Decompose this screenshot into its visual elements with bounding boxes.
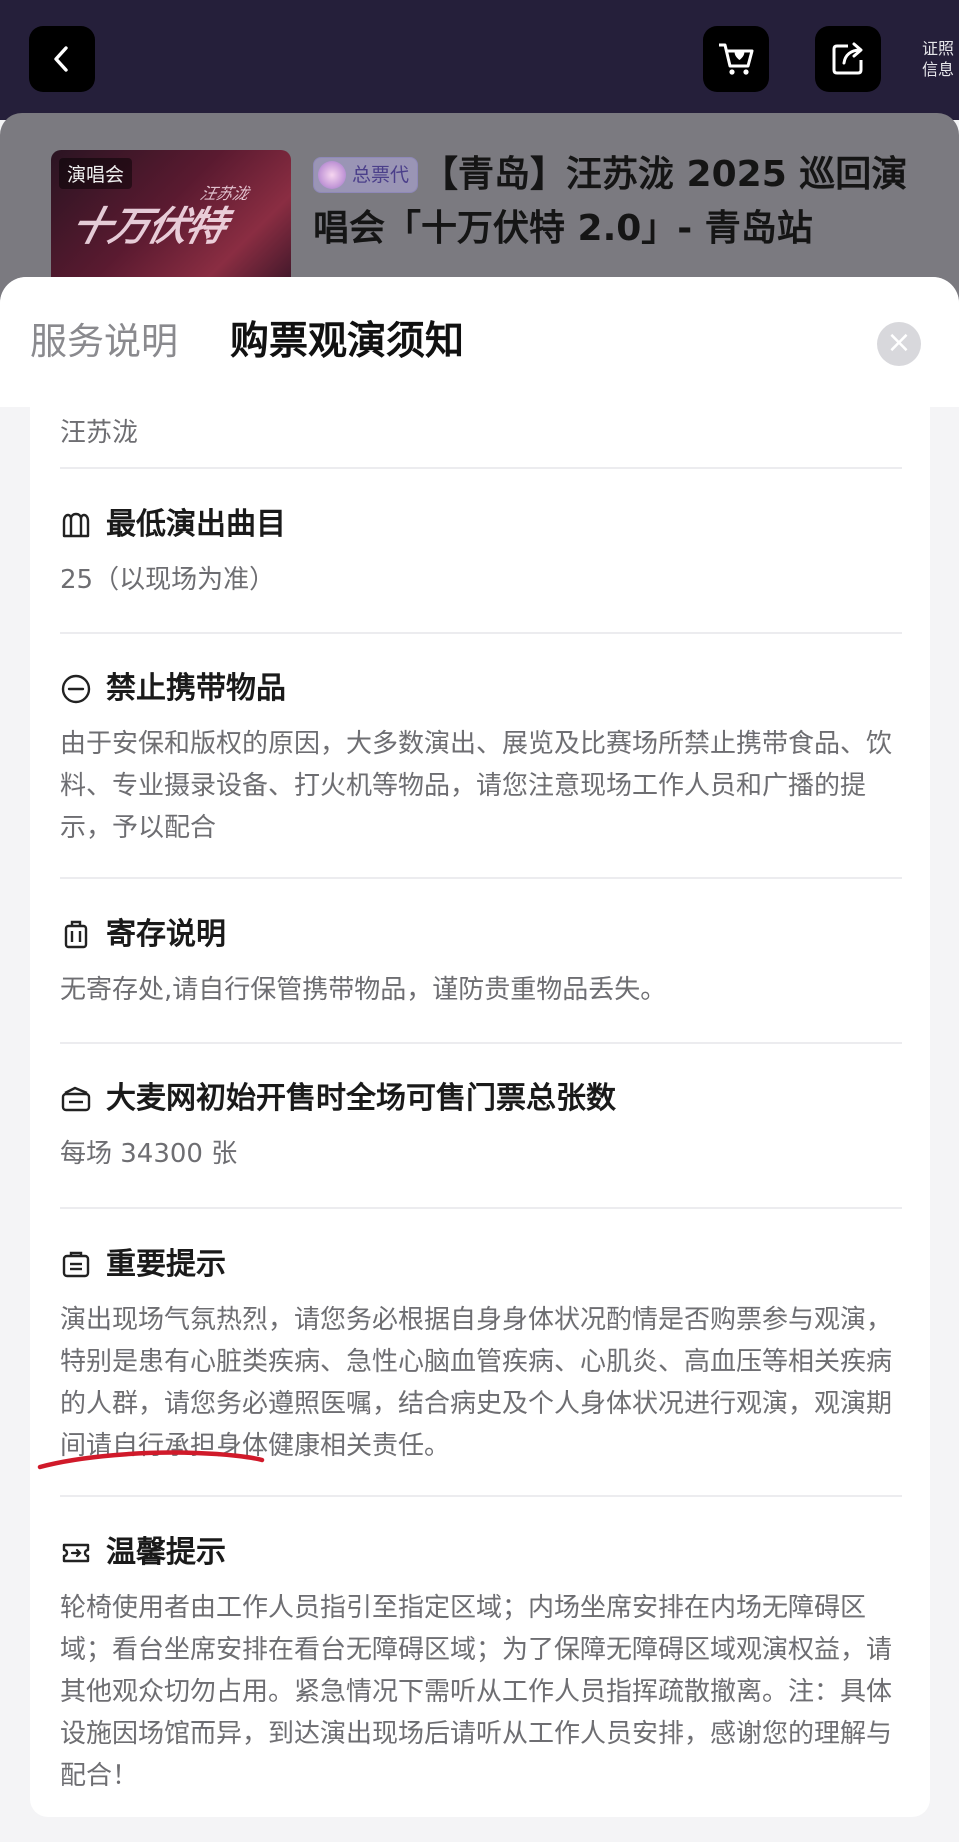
close-icon: × [886,325,912,360]
divider [60,467,902,469]
section-min-setlist: 最低演出曲目 25（以现场为准） [60,501,902,601]
share-icon [832,42,863,75]
performer-partial-text: 汪苏泷 [60,418,139,448]
section-title: 重要提示 [106,1247,226,1282]
section-body: 25（以现场为准） [60,565,276,595]
notice-content[interactable]: 汪苏泷 最低演出曲目 25（以现场为准） 禁止携带物品 由于安保和版权的原因，大… [30,407,930,1817]
luggage-icon [64,920,88,949]
sheet-header: 服务说明 购票观演须知 × [0,277,959,407]
section-header: 大麦网初始开售时全场可售门票总张数 [60,1075,902,1123]
section-title: 禁止携带物品 [106,671,286,706]
section-important-notice: 重要提示 演出现场气氛热烈，请您务必根据自身身体状况酌情是否购票参与观演，特别是… [60,1241,902,1467]
section-storage: 寄存说明 无寄存处,请自行保管携带物品，谨防贵重物品丢失。 [60,911,902,1011]
section-header: 最低演出曲目 [60,501,902,549]
section-ticket-count: 大麦网初始开售时全场可售门票总张数 每场 34300 张 [60,1075,902,1175]
section-title: 温馨提示 [106,1535,226,1570]
section-body: 轮椅使用者由工作人员指引至指定区域；内场坐席安排在内场无障碍区域；看台坐席安排在… [60,1593,893,1791]
section-body: 演出现场气氛热烈，请您务必根据自身身体状况酌情是否购票参与观演，特别是患有心脏类… [60,1305,893,1461]
poster-tag: 演唱会 [59,158,133,189]
section-body: 无寄存处,请自行保管携带物品，谨防贵重物品丢失。 [60,975,667,1005]
tab-purchase-notice[interactable]: 购票观演须知 [230,317,464,367]
highlight-underline [37,1450,265,1470]
close-button[interactable]: × [877,322,921,366]
section-kind-reminder: 温馨提示 轮椅使用者由工作人员指引至指定区域；内场坐席安排在内场无障碍区域；看台… [60,1529,902,1797]
divider [60,1207,902,1209]
share-button[interactable] [815,26,881,92]
section-title: 大麦网初始开售时全场可售门票总张数 [106,1081,616,1116]
ticket-count-icon [61,1086,91,1112]
agent-badge-label: 总票代 [352,164,410,186]
section-prohibited-items: 禁止携带物品 由于安保和版权的原因，大多数演出、展览及比赛场所禁止携带食品、饮料… [60,665,902,849]
notice-icon [62,1251,90,1278]
section-header: 寄存说明 [60,911,902,959]
section-body: 每场 34300 张 [60,1139,238,1169]
divider [60,1495,902,1497]
event-poster[interactable]: 演唱会 汪苏泷 十万伏特 [51,150,291,290]
cert-info-line: 信息 [921,60,954,79]
cart-button[interactable] [703,26,769,92]
section-header: 重要提示 [60,1241,902,1289]
cart-heart-icon [719,43,754,75]
section-header: 温馨提示 [60,1529,902,1577]
prohibited-icon [61,674,91,704]
tab-service-info[interactable]: 服务说明 [30,317,178,367]
chevron-left-icon [54,46,68,72]
notice-sheet: 服务说明 购票观演须知 × 汪苏泷 最低演出曲目 25（以现场为准） 禁止携带物… [0,277,959,1842]
section-body: 由于安保和版权的原因，大多数演出、展览及比赛场所禁止携带食品、饮料、专业摄录设备… [60,729,893,843]
event-title: 总票代 【青岛】汪苏泷 2025 巡回演唱会「十万伏特 2.0」- 青岛站 [313,148,923,256]
agent-badge: 总票代 [313,157,419,193]
section-header: 禁止携带物品 [60,665,902,713]
cert-info-line: 证照 [921,39,954,58]
section-title: 最低演出曲目 [106,507,286,542]
divider [60,1042,902,1044]
agent-logo-icon [318,161,346,189]
setlist-icon [62,512,90,538]
back-button[interactable] [29,26,95,92]
divider [60,632,902,634]
section-title: 寄存说明 [106,917,226,952]
poster-art: 十万伏特 [66,203,230,250]
entry-icon [62,1543,90,1563]
divider [60,877,902,879]
cert-info-link[interactable]: 证照 信息 [918,38,958,80]
